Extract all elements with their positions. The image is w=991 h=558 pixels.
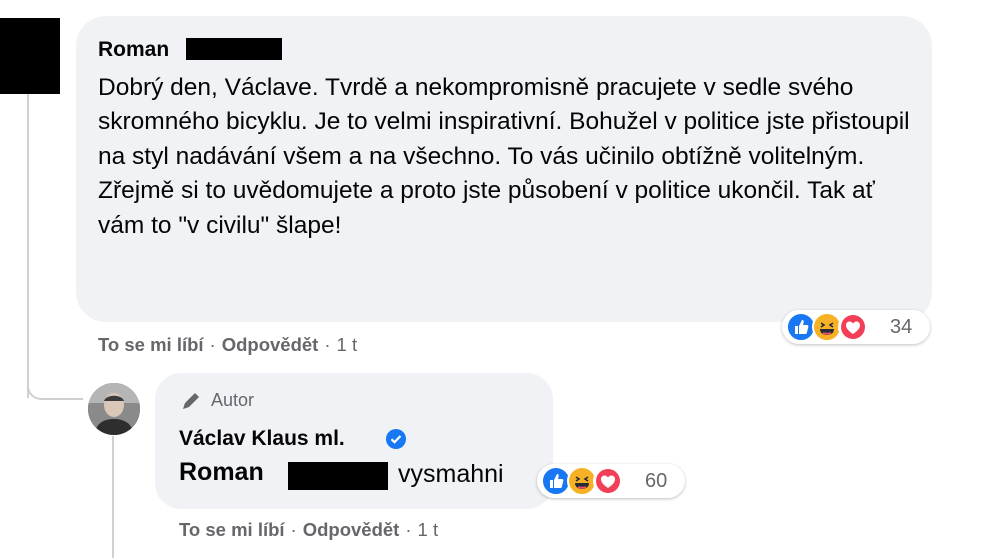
reaction-count: 34 [890,316,913,338]
thread-connector [27,350,83,400]
reply-link[interactable]: Odpovědět [303,519,400,540]
reaction-count: 60 [645,470,668,492]
redacted-avatar [0,18,60,94]
love-reaction-icon [593,466,623,496]
redacted-surname [288,462,388,490]
reply-actions: To se mi líbí · Odpovědět · 1 t [179,519,438,541]
timestamp[interactable]: 1 t [418,519,439,540]
comment-actions: To se mi líbí · Odpovědět · 1 t [98,334,357,356]
reply-thread-line [112,436,114,558]
separator: · [405,519,412,540]
reply-link[interactable]: Odpovědět [222,334,319,355]
reply-text: vysmahni [398,460,504,488]
separator: · [290,519,297,540]
comment-author[interactable]: Roman [98,38,169,62]
reply-reactions[interactable]: 60 [537,464,685,498]
mention[interactable]: Roman [179,458,264,487]
author-avatar[interactable] [88,383,140,435]
redacted-surname [186,38,282,60]
reply-author[interactable]: Václav Klaus ml. [179,427,345,451]
pen-icon [183,393,199,409]
separator: · [324,334,331,355]
verified-badge-icon [386,429,406,449]
author-badge: Autor [211,390,255,410]
like-link[interactable]: To se mi líbí [179,519,285,540]
separator: · [209,334,216,355]
love-reaction-icon [838,312,868,342]
timestamp[interactable]: 1 t [337,334,358,355]
comment-text: Dobrý den, Václave. Tvrdě a nekompromisn… [98,74,910,239]
like-link[interactable]: To se mi líbí [98,334,204,355]
comment-reactions[interactable]: 34 [782,310,930,344]
